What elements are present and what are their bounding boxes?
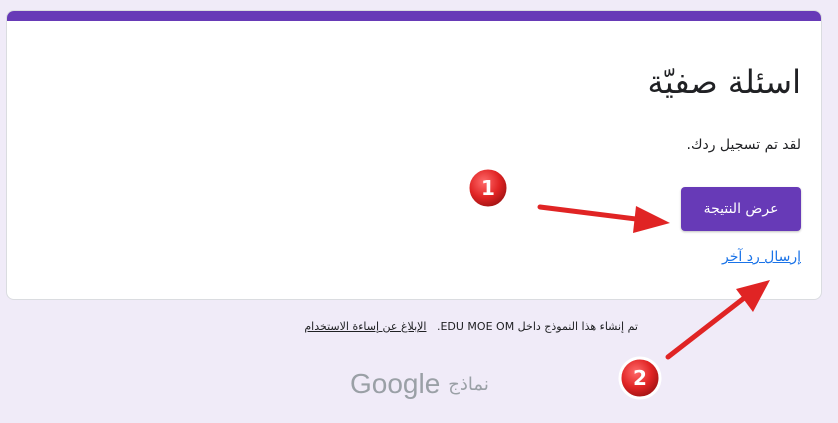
annotation-badge-2: 2 <box>618 356 662 400</box>
annotation-badge-1: 1 <box>466 166 510 210</box>
annotation-badge-1-label: 1 <box>481 176 495 200</box>
annotation-arrow-2 <box>665 280 770 360</box>
annotation-badge-2-label: 2 <box>633 366 647 390</box>
annotation-overlay: 1 2 <box>466 166 770 400</box>
annotation-arrow-1 <box>537 204 670 233</box>
